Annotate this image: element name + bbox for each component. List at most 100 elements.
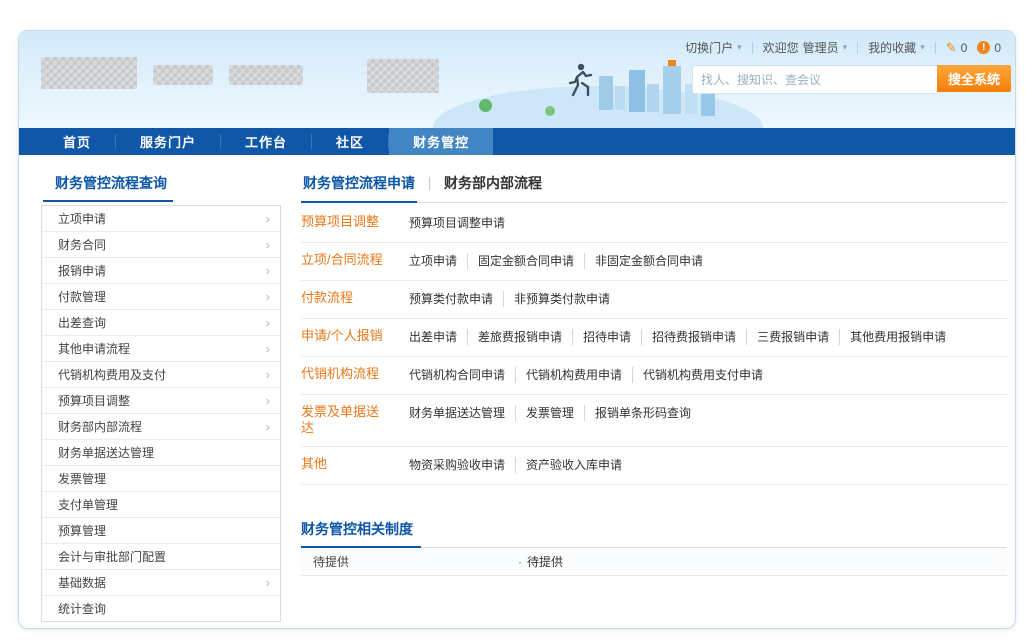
sidebar-item[interactable]: 财务单据送达管理 <box>42 440 280 466</box>
sidebar-item[interactable]: 发票管理 <box>42 466 280 492</box>
process-link[interactable]: 出差申请 <box>409 329 467 345</box>
separator <box>935 42 936 54</box>
sidebar-item[interactable]: 报销申请 › <box>42 258 280 284</box>
portal-window: 切换门户 ▾ 欢迎您 管理员 ▾ 我的收藏 ▾ ✎ 0 ! 0 <box>18 30 1016 629</box>
sidebar-item[interactable]: 立项申请 › <box>42 206 280 232</box>
policy-category-label: 待提供 <box>301 553 518 570</box>
process-link[interactable]: 差旅费报销申请 <box>467 329 572 345</box>
sidebar-item[interactable]: 出差查询 › <box>42 310 280 336</box>
building-shape <box>599 76 613 110</box>
process-category-row: 预算项目调整 预算项目调整申请 <box>301 205 1007 243</box>
sidebar-item[interactable]: 付款管理 › <box>42 284 280 310</box>
nav-item[interactable]: 服务门户 <box>116 128 220 155</box>
category-label: 发票及单据送达 <box>301 404 389 436</box>
nav-item[interactable]: 财务管控 <box>389 128 493 155</box>
policy-item-label: 待提供 <box>527 553 563 570</box>
category-label: 其他 <box>301 456 389 472</box>
switch-portal-menu[interactable]: 切换门户 ▾ <box>685 39 742 56</box>
category-label: 代销机构流程 <box>301 366 389 382</box>
process-link[interactable]: 立项申请 <box>409 253 467 269</box>
process-link[interactable]: 资产验收入库申请 <box>515 457 632 473</box>
sidebar-item-label: 预算管理 <box>58 522 106 539</box>
sidebar-item[interactable]: 财务部内部流程 › <box>42 414 280 440</box>
process-link[interactable]: 三费报销申请 <box>746 329 839 345</box>
tab-internal-process[interactable]: 财务部内部流程 <box>442 173 544 193</box>
sidebar-item[interactable]: 会计与审批部门配置 <box>42 544 280 570</box>
sidebar-item-label: 会计与审批部门配置 <box>58 548 166 565</box>
caret-down-icon: ▾ <box>920 42 925 53</box>
process-link[interactable]: 非预算类付款申请 <box>503 291 620 307</box>
content-area: 财务管控流程查询 立项申请 › 财务合同 › 报销申请 › 付款管理 › 出差查… <box>19 155 1015 622</box>
building-shape <box>647 84 659 112</box>
policy-item-link[interactable]: · 待提供 <box>518 553 563 570</box>
pencil-icon: ✎ <box>946 41 957 54</box>
welcome-label: 欢迎您 <box>763 39 799 56</box>
draft-counter[interactable]: ✎ 0 <box>946 41 968 55</box>
chevron-right-icon: › <box>266 394 270 407</box>
nav-item[interactable]: 工作台 <box>221 128 311 155</box>
switch-portal-label: 切换门户 <box>685 39 733 56</box>
process-link[interactable]: 代销机构费用支付申请 <box>632 367 773 383</box>
building-shape <box>663 66 681 114</box>
running-person-illustration <box>567 62 593 98</box>
user-menu[interactable]: 欢迎您 管理员 ▾ <box>763 39 848 56</box>
process-link[interactable]: 发票管理 <box>515 405 584 421</box>
process-link[interactable]: 代销机构合同申请 <box>409 367 515 383</box>
category-links: 出差申请差旅费报销申请招待申请招待费报销申请三费报销申请其他费用报销申请 <box>409 328 1007 346</box>
sidebar-item-label: 代销机构费用及支付 <box>58 366 166 383</box>
category-links: 财务单据送达管理发票管理报销单条形码查询 <box>409 404 1007 422</box>
process-link[interactable]: 财务单据送达管理 <box>409 405 515 421</box>
alert-icon: ! <box>977 41 990 54</box>
sidebar-item[interactable]: 预算管理 <box>42 518 280 544</box>
sidebar-item[interactable]: 代销机构费用及支付 › <box>42 362 280 388</box>
sidebar-item[interactable]: 其他申请流程 › <box>42 336 280 362</box>
search-button[interactable]: 搜全系统 <box>937 65 1011 92</box>
sidebar-item[interactable]: 统计查询 <box>42 596 280 621</box>
process-link[interactable]: 预算项目调整申请 <box>409 215 515 231</box>
nav-item-label: 社区 <box>336 132 364 151</box>
policy-row: 待提供 · 待提供 <box>301 548 1007 576</box>
separator <box>429 177 430 190</box>
process-link[interactable]: 其他费用报销申请 <box>839 329 956 345</box>
favorites-menu[interactable]: 我的收藏 ▾ <box>868 39 925 56</box>
sidebar-item[interactable]: 基础数据 › <box>42 570 280 596</box>
category-label: 申请/个人报销 <box>301 328 389 344</box>
process-link[interactable]: 招待申请 <box>572 329 641 345</box>
building-shape <box>615 86 625 110</box>
utility-bar: 切换门户 ▾ 欢迎您 管理员 ▾ 我的收藏 ▾ ✎ 0 ! 0 <box>685 39 1001 56</box>
caret-down-icon: ▾ <box>843 42 848 53</box>
nav-item[interactable]: 社区 <box>312 128 388 155</box>
sidebar-item-label: 支付单管理 <box>58 496 118 513</box>
sidebar-item-label: 财务部内部流程 <box>58 418 142 435</box>
sidebar-item[interactable]: 预算项目调整 › <box>42 388 280 414</box>
sidebar-item[interactable]: 财务合同 › <box>42 232 280 258</box>
sidebar-item-label: 其他申请流程 <box>58 340 130 357</box>
chevron-right-icon: › <box>266 368 270 381</box>
process-link[interactable]: 非固定金额合同申请 <box>584 253 713 269</box>
process-link[interactable]: 报销单条形码查询 <box>584 405 701 421</box>
process-category-row: 代销机构流程 代销机构合同申请代销机构费用申请代销机构费用支付申请 <box>301 357 1007 395</box>
tree-icon <box>479 99 492 112</box>
process-link[interactable]: 预算类付款申请 <box>409 291 503 307</box>
sidebar-item-label: 预算项目调整 <box>58 392 130 409</box>
tab-process-apply[interactable]: 财务管控流程申请 <box>301 173 417 193</box>
sidebar-item-label: 报销申请 <box>58 262 106 279</box>
nav-item[interactable]: 首页 <box>39 128 115 155</box>
process-link[interactable]: 代销机构费用申请 <box>515 367 632 383</box>
search-input[interactable] <box>692 65 937 94</box>
process-link[interactable]: 固定金额合同申请 <box>467 253 584 269</box>
policy-section: 财务管控相关制度 待提供 · 待提供 <box>301 519 1007 576</box>
nav-item-label: 服务门户 <box>140 132 196 151</box>
redacted-logo <box>41 57 137 89</box>
process-category-row: 其他 物资采购验收申请资产验收入库申请 <box>301 447 1007 485</box>
sidebar-item[interactable]: 支付单管理 <box>42 492 280 518</box>
sidebar-item-label: 付款管理 <box>58 288 106 305</box>
category-links: 代销机构合同申请代销机构费用申请代销机构费用支付申请 <box>409 366 1007 384</box>
process-link[interactable]: 招待费报销申请 <box>641 329 746 345</box>
chevron-right-icon: › <box>266 576 270 589</box>
sidebar-menu: 立项申请 › 财务合同 › 报销申请 › 付款管理 › 出差查询 › 其他申请流… <box>41 205 281 622</box>
chevron-right-icon: › <box>266 342 270 355</box>
bullet-icon: · <box>518 555 522 569</box>
process-link[interactable]: 物资采购验收申请 <box>409 457 515 473</box>
alert-counter[interactable]: ! 0 <box>977 41 1001 55</box>
